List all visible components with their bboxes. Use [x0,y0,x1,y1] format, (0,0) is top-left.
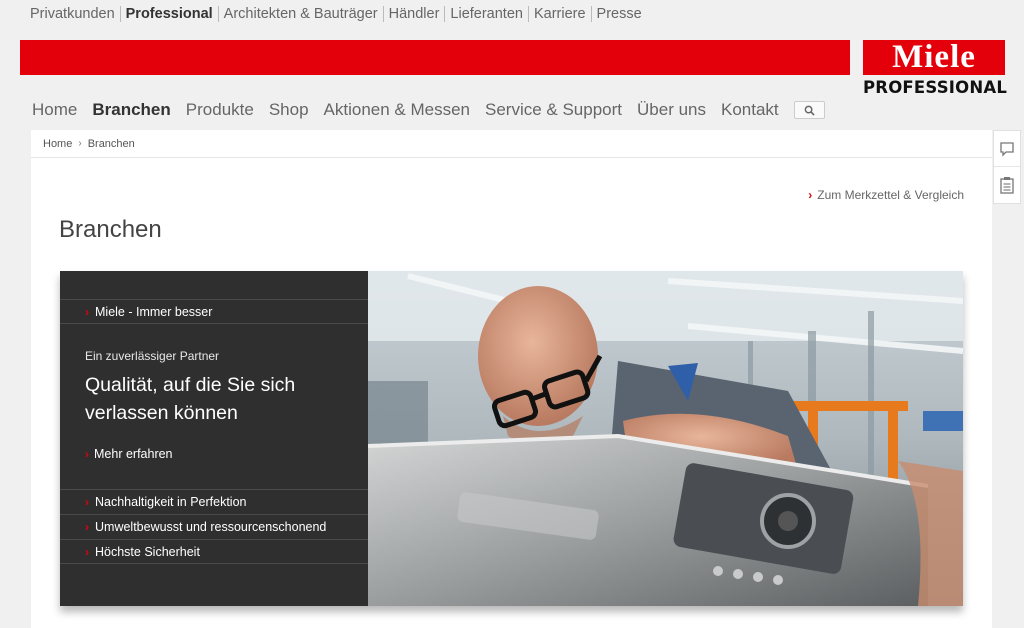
audience-nav: Privatkunden Professional Architekten & … [30,5,647,23]
merkzettel-label: Zum Merkzettel & Vergleich [817,188,964,202]
hero-headline: Qualität, auf die Sie sich verlassen kön… [85,374,296,424]
brand-bar [20,40,850,75]
breadcrumb-home[interactable]: Home [43,138,72,150]
audience-nav-lieferanten[interactable]: Lieferanten [444,6,528,22]
audience-nav-haendler[interactable]: Händler [382,6,445,22]
chevron-right-icon: › [85,495,89,509]
side-tools [993,130,1021,204]
miele-logo[interactable]: Miele PROFESSIONAL [863,40,1008,97]
hero-teaser: › Miele - Immer besser Ein zuverlässiger… [60,271,963,606]
nav-aktionen-messen[interactable]: Aktionen & Messen [324,100,470,120]
hero-link-label: Nachhaltigkeit in Perfektion [95,495,247,509]
hero-link-label: Umweltbewusst und ressourcenschonend [95,520,327,534]
hero-eyebrow: Ein zuverlässiger Partner [85,349,220,363]
chevron-right-icon: › [85,544,89,559]
nav-ueber-uns[interactable]: Über uns [637,100,706,120]
chevron-right-icon: › [78,138,82,149]
hero-link-label: Miele - Immer besser [95,304,213,319]
chevron-right-icon: › [808,188,813,202]
audience-nav-professional[interactable]: Professional [119,6,218,22]
mehr-erfahren-label: Mehr erfahren [94,447,173,461]
search-icon [804,105,815,116]
breadcrumb: Home › Branchen [31,130,992,158]
nav-produkte[interactable]: Produkte [186,100,254,120]
breadcrumb-current: Branchen [87,137,135,150]
logo-brand: Miele [863,40,1005,75]
audience-nav-privatkunden[interactable]: Privatkunden [30,6,120,22]
mehr-erfahren-link[interactable]: › Mehr erfahren [85,447,173,461]
search-button[interactable] [793,101,825,119]
chevron-right-icon: › [85,304,89,319]
hero-photo-illustration [368,271,963,606]
hero-photo [368,271,963,606]
nav-service-support[interactable]: Service & Support [485,100,622,120]
page-title: Branchen [59,216,162,243]
nav-kontakt[interactable]: Kontakt [721,100,779,120]
merkzettel-link[interactable]: › Zum Merkzettel & Vergleich [808,188,964,202]
hero-link-umweltbewusst[interactable]: › Umweltbewusst und ressourcenschonend [60,514,368,539]
chevron-right-icon: › [85,520,89,534]
nav-branchen[interactable]: Branchen [92,100,170,120]
hero-link-label: Höchste Sicherheit [95,544,200,559]
content-panel: Home › Branchen › Zum Merkzettel & Vergl… [31,130,992,628]
logo-sub: PROFESSIONAL [863,78,1008,97]
audience-nav-presse[interactable]: Presse [590,6,647,22]
hero-link-nachhaltigkeit[interactable]: › Nachhaltigkeit in Perfektion [60,489,368,514]
nav-home[interactable]: Home [32,100,77,120]
chevron-right-icon: › [85,447,89,461]
clipboard-button[interactable] [994,167,1020,203]
clipboard-icon [1000,177,1014,194]
hero-link-sicherheit[interactable]: › Höchste Sicherheit [60,539,368,564]
hero-link-immer-besser[interactable]: › Miele - Immer besser [60,299,368,324]
audience-nav-architekten[interactable]: Architekten & Bauträger [217,6,383,22]
hero-text-panel: › Miele - Immer besser Ein zuverlässiger… [60,271,368,606]
main-nav: Home Branchen Produkte Shop Aktionen & M… [32,100,825,120]
nav-shop[interactable]: Shop [269,100,309,120]
speech-bubble-icon [1000,141,1014,157]
audience-nav-karriere[interactable]: Karriere [527,6,591,22]
feedback-button[interactable] [994,131,1020,167]
